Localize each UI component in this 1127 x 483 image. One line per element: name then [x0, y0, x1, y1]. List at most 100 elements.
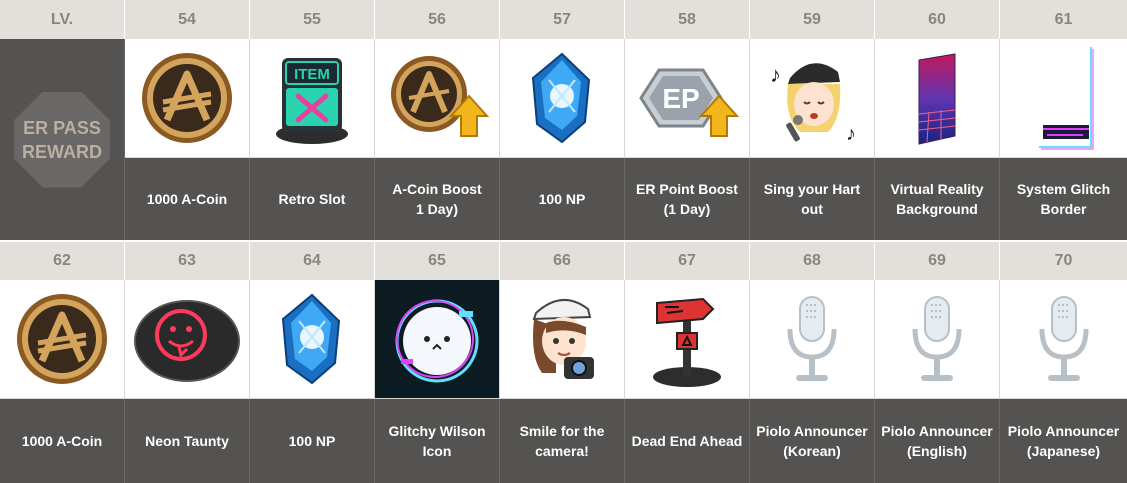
reward-name-line1: 100 NP: [288, 433, 336, 449]
side-title-line1: ER PASS: [23, 117, 101, 138]
reward-name: 100 NP: [250, 399, 375, 483]
reward-name-line2: out: [801, 201, 823, 217]
reward-image-cell: [625, 280, 750, 399]
reward-name-line2: 1 Day): [415, 201, 459, 217]
reward-image-cell: ♪ ♪: [750, 39, 875, 158]
level-header: 54: [125, 0, 250, 39]
level-header: 57: [500, 0, 625, 39]
row-divider: [0, 240, 1127, 242]
reward-name-line1: Piolo Announcer: [881, 423, 993, 439]
reward-name-line2: (English): [907, 443, 967, 459]
neon-taunty-icon: [133, 293, 241, 385]
reward-name-line2: (Japanese): [1026, 443, 1101, 459]
reward-name-line1: 100 NP: [538, 191, 586, 207]
reward-name-line2: (1 Day): [663, 201, 711, 217]
reward-name: Piolo Announcer (Japanese): [1000, 399, 1127, 483]
singing-emote-icon: ♪ ♪: [760, 48, 864, 148]
reward-name: Glitchy Wilson Icon: [375, 399, 500, 483]
reward-name-line2: (Korean): [783, 443, 841, 459]
reward-name-line1: Retro Slot: [278, 191, 346, 207]
reward-name: Neon Taunty: [125, 399, 250, 483]
reward-name-line1: 1000 A-Coin: [21, 433, 103, 449]
reward-name: 1000 A-Coin: [125, 158, 250, 240]
reward-name-line1: Glitchy Wilson: [388, 423, 486, 439]
level-header: 63: [125, 242, 250, 280]
reward-name: Virtual Reality Background: [875, 158, 1000, 240]
svg-text:♪: ♪: [846, 123, 856, 145]
reward-name-line2: Border: [1040, 201, 1087, 217]
reward-image-cell: [875, 280, 1000, 399]
reward-name-line2: Background: [896, 201, 978, 217]
glitch-border-icon: [1029, 43, 1099, 153]
reward-name-line1: Virtual Reality: [890, 181, 984, 197]
level-header: 70: [1000, 242, 1127, 280]
reward-name: Dead End Ahead: [625, 399, 750, 483]
dead-end-sign-icon: [647, 289, 727, 389]
reward-name: A-Coin Boost 1 Day): [375, 158, 500, 240]
er-pass-badge: ER PASS REWARD: [14, 91, 110, 188]
reward-name-line1: Piolo Announcer: [756, 423, 868, 439]
reward-image-cell: [125, 280, 250, 399]
retro-slot-icon: ITEM: [272, 50, 352, 146]
reward-name-line1: Dead End Ahead: [631, 433, 743, 449]
reward-name: Sing your Hart out: [750, 158, 875, 240]
microphone-icon: [907, 291, 967, 387]
er-pass-reward-side: ER PASS REWARD: [0, 39, 125, 240]
reward-name: Smile for the camera!: [500, 399, 625, 483]
reward-image-cell: [1000, 39, 1127, 158]
a-coin-boost-icon: [385, 50, 489, 146]
reward-name: ER Point Boost (1 Day): [625, 158, 750, 240]
vr-background-icon: [913, 50, 961, 146]
level-header: 69: [875, 242, 1000, 280]
level-header: 67: [625, 242, 750, 280]
level-header: 62: [0, 242, 125, 280]
reward-name: System Glitch Border: [1000, 158, 1127, 240]
lv-header: LV.: [0, 0, 125, 39]
a-coin-icon: [139, 50, 235, 146]
level-header: 66: [500, 242, 625, 280]
reward-name-line1: System Glitch: [1016, 181, 1111, 197]
reward-name: 100 NP: [500, 158, 625, 240]
reward-name-line1: ER Point Boost: [636, 181, 738, 197]
reward-name-line1: 1000 A-Coin: [146, 191, 228, 207]
level-header: 61: [1000, 0, 1127, 39]
microphone-icon: [1034, 291, 1094, 387]
a-coin-icon: [14, 291, 110, 387]
reward-name: Piolo Announcer (English): [875, 399, 1000, 483]
reward-name-line1: Piolo Announcer: [1007, 423, 1120, 439]
reward-image-cell: [500, 280, 625, 399]
reward-image-cell: [250, 280, 375, 399]
reward-image-cell: [375, 280, 500, 399]
reward-image-cell: [875, 39, 1000, 158]
np-crystal-icon: [527, 50, 597, 146]
level-header: 65: [375, 242, 500, 280]
svg-text:ITEM: ITEM: [294, 66, 330, 83]
level-header: 68: [750, 242, 875, 280]
reward-name-line1: Smile for the: [519, 423, 605, 439]
reward-image-cell: [125, 39, 250, 158]
reward-name: Piolo Announcer (Korean): [750, 399, 875, 483]
level-header: 56: [375, 0, 500, 39]
camera-emote-icon: [522, 287, 602, 391]
np-crystal-icon: [277, 291, 347, 387]
reward-image-cell: [750, 280, 875, 399]
reward-name-line1: Neon Taunty: [145, 433, 229, 449]
microphone-icon: [782, 291, 842, 387]
svg-text:EP: EP: [662, 83, 699, 114]
reward-name-line2: Icon: [422, 443, 452, 459]
svg-text:♪: ♪: [770, 62, 781, 87]
reward-name: 1000 A-Coin: [0, 399, 125, 483]
reward-name-line1: Sing your Hart: [763, 181, 861, 197]
level-header: 60: [875, 0, 1000, 39]
reward-image-cell: [375, 39, 500, 158]
reward-image-cell: [500, 39, 625, 158]
level-header: 59: [750, 0, 875, 39]
reward-table: LV. ER PASS REWARD 54 55 56 57 58 59 60 …: [0, 0, 1127, 483]
reward-name-line1: A-Coin Boost: [392, 181, 482, 197]
level-header: 64: [250, 242, 375, 280]
reward-name: Retro Slot: [250, 158, 375, 240]
side-title-line2: REWARD: [22, 141, 102, 162]
reward-image-cell: EP: [625, 39, 750, 158]
level-header: 58: [625, 0, 750, 39]
glitchy-wilson-icon: [387, 289, 487, 389]
